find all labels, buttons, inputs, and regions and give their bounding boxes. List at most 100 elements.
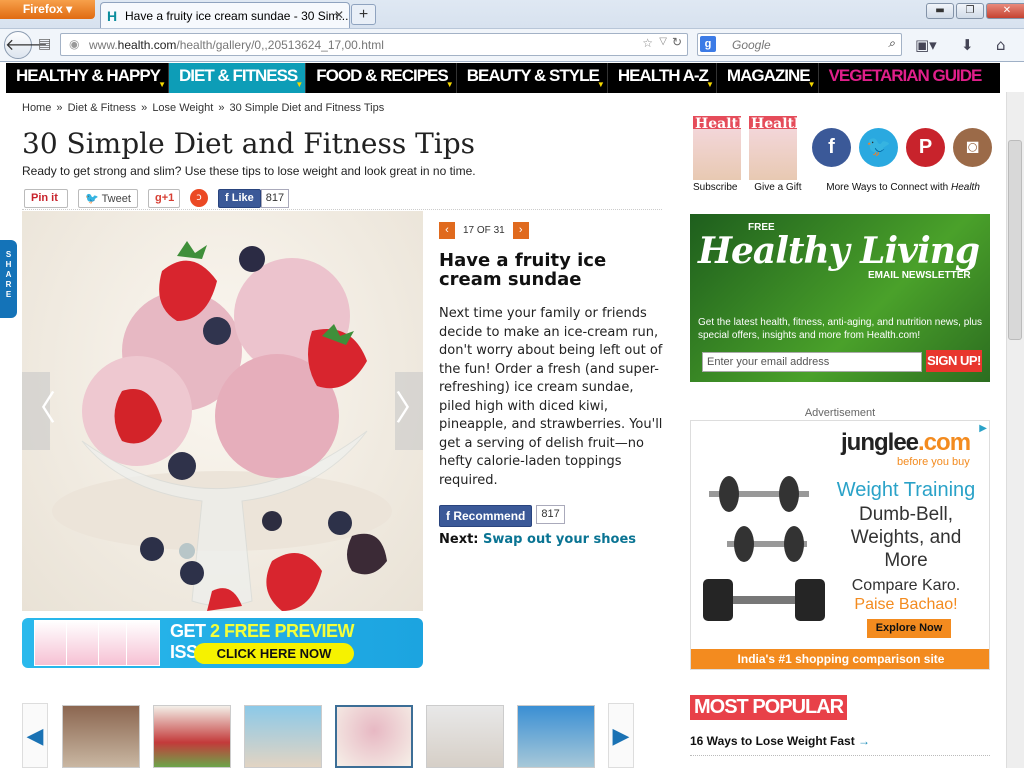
dropdown-icon[interactable]: ▽ xyxy=(659,36,667,47)
bookmarks-icon[interactable]: ▣▾ xyxy=(915,36,937,54)
gallery-thumbnail[interactable] xyxy=(517,705,595,768)
ice-cream-sundae-image xyxy=(52,241,392,611)
popular-item-link[interactable]: 16 Ways to Lose Weight Fast → xyxy=(690,734,870,748)
browser-tab[interactable]: H Have a fruity ice cream sundae - 30 Si… xyxy=(100,2,350,28)
gallery-thumbnails: ◀ ▶ xyxy=(22,703,662,768)
nav-health-a-z[interactable]: HEALTH A-Z ▼ xyxy=(608,63,717,93)
previous-slide-button[interactable]: ‹ xyxy=(439,222,455,239)
breadcrumb-home[interactable]: Home xyxy=(22,102,51,114)
next-slide-button[interactable]: › xyxy=(512,222,529,239)
breadcrumb-current[interactable]: 30 Simple Diet and Fitness Tips xyxy=(230,102,385,114)
ad-save: Paise Bachao! xyxy=(854,596,958,613)
gift-cover[interactable]: Health xyxy=(749,116,804,180)
more-ways-text: More Ways to Connect with Health xyxy=(826,182,980,193)
pinterest-icon[interactable]: P xyxy=(906,128,945,167)
reload-icon[interactable]: ↻ xyxy=(672,35,682,49)
newsletter-subtitle: EMAIL NEWSLETTER xyxy=(868,270,971,281)
give-gift-link[interactable]: Give a Gift xyxy=(754,182,801,193)
facebook-icon: f xyxy=(225,191,229,204)
stumbleupon-icon[interactable]: ↄ xyxy=(190,189,208,207)
twitter-bird-icon: 🐦 xyxy=(85,192,99,205)
next-label: Next: xyxy=(439,532,479,547)
facebook-icon[interactable]: f xyxy=(812,128,851,167)
close-window-button[interactable]: ✕ xyxy=(986,3,1024,19)
search-bar[interactable]: Google ⌕ xyxy=(697,33,902,56)
maximize-button[interactable]: ❐ xyxy=(956,3,984,19)
share-buttons: Pin it 🐦 Tweet g+1 ↄ f Like 817 xyxy=(24,188,290,208)
slide-counter: ‹ 17 OF 31 › xyxy=(439,222,529,239)
share-side-tab[interactable]: SHARE xyxy=(0,240,17,318)
nav-dropdown-icon: ▼ xyxy=(158,80,166,89)
gallery-thumbnail[interactable] xyxy=(244,705,322,768)
slide-title: Have a fruity ice cream sundae xyxy=(439,250,607,290)
recommend-count: 817 xyxy=(536,505,565,524)
tweet-button[interactable]: 🐦 Tweet xyxy=(78,188,138,208)
breadcrumb-lose-weight[interactable]: Lose Weight xyxy=(152,102,213,114)
page-title: 30 Simple Diet and Fitness Tips xyxy=(22,127,476,160)
home-icon[interactable]: ⌂ xyxy=(996,36,1006,54)
facebook-recommend-button[interactable]: f Recommend xyxy=(439,505,533,527)
breadcrumb-separator: » xyxy=(218,102,225,114)
dumbbell-image xyxy=(703,476,825,621)
tab-title: Have a fruity ice cream sundae - 30 Sim.… xyxy=(125,9,349,23)
firefox-menu-button[interactable]: Firefox ▾ xyxy=(0,0,95,19)
instagram-icon[interactable]: ◙ xyxy=(953,128,992,167)
back-button[interactable]: 🡐 xyxy=(4,31,48,59)
next-slide-link[interactable]: Swap out your shoes xyxy=(483,532,636,547)
next-image-arrow[interactable]: 〉 xyxy=(395,372,429,450)
close-tab-icon[interactable]: ✕ xyxy=(334,8,344,22)
arrow-right-icon: → xyxy=(858,734,871,748)
google-plus-button[interactable]: g+1 xyxy=(148,188,180,208)
thumbnails-prev-arrow[interactable]: ◀ xyxy=(22,703,48,768)
nav-vegetarian-guide[interactable]: VEGETARIAN GUIDE xyxy=(819,63,990,93)
twitter-icon[interactable]: 🐦 xyxy=(859,128,898,167)
subscribe-cover[interactable]: Health xyxy=(693,116,748,180)
junglee-logo: junglee.com xyxy=(841,429,971,456)
search-icon[interactable]: ⌕ xyxy=(888,36,895,51)
breadcrumb-separator: » xyxy=(56,102,63,114)
subscribe-link[interactable]: Subscribe xyxy=(693,182,737,193)
divider xyxy=(690,755,990,756)
site-navigation: HEALTHY & HAPPY ▼ DIET & FITNESS ▼ FOOD & … xyxy=(6,63,1000,93)
google-icon[interactable]: g xyxy=(700,36,716,52)
scrollbar-thumb[interactable] xyxy=(1008,140,1022,340)
breadcrumb-separator: » xyxy=(141,102,148,114)
gallery-thumbnail[interactable] xyxy=(426,705,504,768)
ad-explore-button[interactable]: Explore Now xyxy=(867,619,951,638)
thumbnails-next-arrow[interactable]: ▶ xyxy=(608,703,634,768)
nav-food-recipes[interactable]: FOOD & RECIPES ▼ xyxy=(306,63,457,93)
pinterest-button[interactable]: Pin it xyxy=(24,188,68,208)
gallery-thumbnail-selected[interactable] xyxy=(335,705,413,768)
favicon-icon: H xyxy=(107,8,118,24)
facebook-icon: f xyxy=(446,509,450,523)
nav-magazine[interactable]: MAGAZINE ▼ xyxy=(717,63,819,93)
breadcrumb-diet-fitness[interactable]: Diet & Fitness xyxy=(68,102,136,114)
address-bar[interactable]: ◉ www.health.com/health/gallery/0,,20513… xyxy=(60,33,688,56)
nav-beauty-style[interactable]: BEAUTY & STYLE ▼ xyxy=(457,63,608,93)
previous-image-arrow[interactable]: 〈 xyxy=(22,372,56,450)
promo-cta-button[interactable]: CLICK HERE NOW xyxy=(194,643,354,664)
nav-dropdown-icon: ▼ xyxy=(295,80,303,89)
history-icon[interactable]: ▤ xyxy=(38,36,51,52)
bookmark-star-icon[interactable]: ☆ xyxy=(642,36,653,50)
newsletter-email-input[interactable]: Enter your email address xyxy=(702,352,922,372)
gallery-thumbnail[interactable] xyxy=(153,705,231,768)
facebook-like-button[interactable]: f Like xyxy=(218,188,261,208)
globe-icon: ◉ xyxy=(69,37,80,51)
ad-compare: Compare Karo. xyxy=(851,577,961,594)
new-tab-button[interactable]: + xyxy=(351,4,376,25)
gallery-thumbnail[interactable] xyxy=(62,705,140,768)
minimize-button[interactable]: ▬ xyxy=(926,3,954,19)
magazine-cover-image xyxy=(66,620,100,666)
nav-diet-fitness[interactable]: DIET & FITNESS ▼ xyxy=(169,63,307,93)
page-subtitle: Ready to get strong and slim? Use these … xyxy=(22,164,476,178)
nav-healthy-happy[interactable]: HEALTHY & HAPPY ▼ xyxy=(6,63,170,93)
advertisement[interactable]: ▶ junglee.com before you buy Weight Trai… xyxy=(690,420,990,670)
ad-headline: Weight Training xyxy=(836,479,976,501)
adchoices-icon[interactable]: ▶ xyxy=(979,423,987,434)
divider xyxy=(22,209,662,210)
download-icon[interactable]: ⬇ xyxy=(961,36,974,54)
magazine-promo-banner[interactable]: GET 2 FREE PREVIEW ISSUES! CLICK HERE NO… xyxy=(22,618,423,668)
newsletter-signup-button[interactable]: SIGN UP! xyxy=(926,350,982,372)
slide-counter-text: 17 OF 31 xyxy=(463,225,505,236)
